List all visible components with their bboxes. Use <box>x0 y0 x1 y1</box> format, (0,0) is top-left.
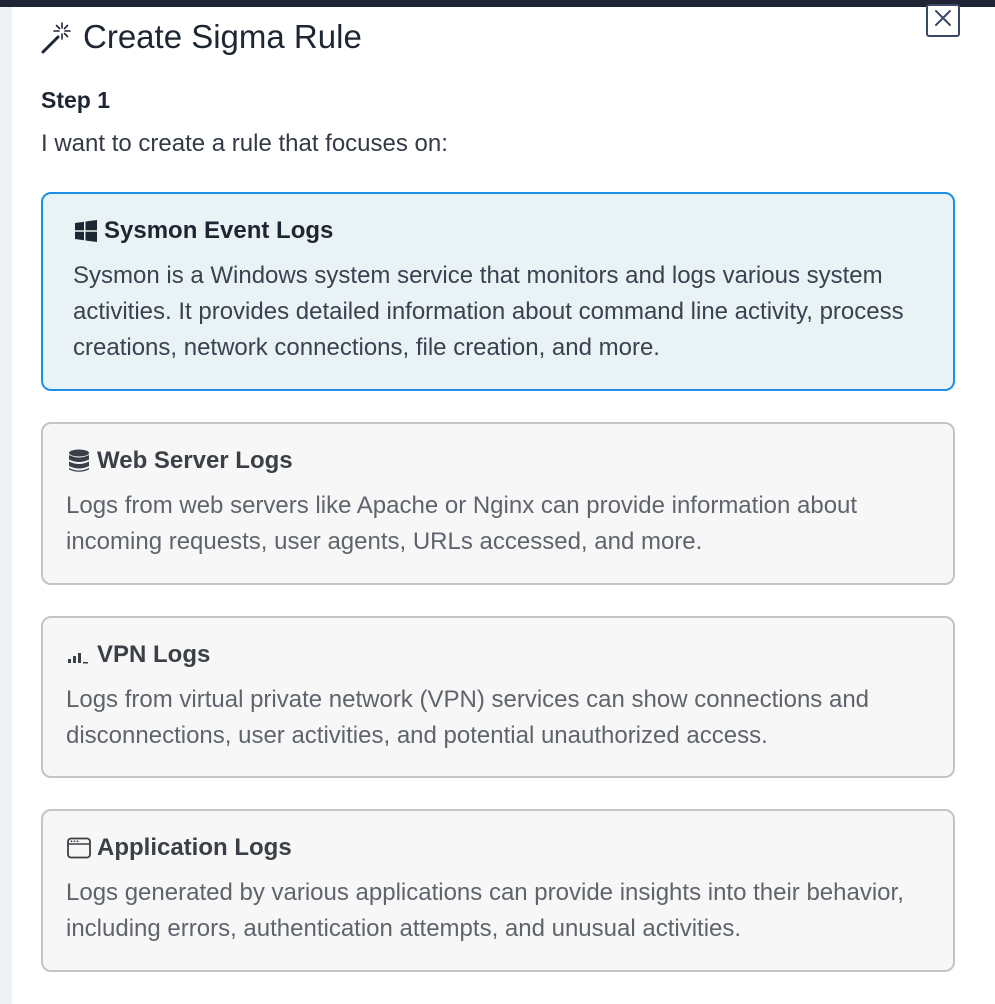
option-header: Sysmon Event Logs <box>73 216 333 246</box>
step-label: Step 1 <box>41 87 111 113</box>
option-sysmon-event-logs[interactable]: Sysmon Event Logs Sysmon is a Windows sy… <box>41 192 955 391</box>
option-description: Logs from web servers like Apache or Ngi… <box>66 492 858 555</box>
option-header: VPN Logs <box>66 640 210 670</box>
create-rule-modal: Create Sigma Rule Step 1 I want to creat… <box>12 4 995 1004</box>
option-header: Application Logs <box>66 833 292 863</box>
close-button[interactable] <box>926 4 960 37</box>
option-vpn-logs[interactable]: VPN Logs Logs from virtual private netwo… <box>41 616 955 778</box>
option-description: Logs from virtual private network (VPN) … <box>66 686 870 749</box>
magic-wand-icon <box>40 21 74 55</box>
top-bar <box>0 0 995 7</box>
option-title: Web Server Logs <box>97 447 293 474</box>
option-web-server-logs[interactable]: Web Server Logs Logs from web servers li… <box>41 422 955 585</box>
option-header: Web Server Logs <box>66 446 293 476</box>
option-description: Sysmon is a Windows system service that … <box>73 262 904 361</box>
option-title: Application Logs <box>97 834 292 861</box>
modal-header: Create Sigma Rule <box>12 4 995 69</box>
option-description: Logs generated by various applications c… <box>66 879 904 942</box>
windows-icon <box>73 218 99 244</box>
database-icon <box>66 448 92 474</box>
modal-title: Create Sigma Rule <box>83 18 362 55</box>
app-window-icon <box>66 835 92 861</box>
close-icon <box>933 8 953 33</box>
option-title: VPN Logs <box>97 641 211 668</box>
step-description: I want to create a rule that focuses on: <box>41 130 448 157</box>
option-application-logs[interactable]: Application Logs Logs generated by vario… <box>41 809 955 972</box>
signal-bars-icon <box>66 642 92 668</box>
option-title: Sysmon Event Logs <box>104 217 334 244</box>
